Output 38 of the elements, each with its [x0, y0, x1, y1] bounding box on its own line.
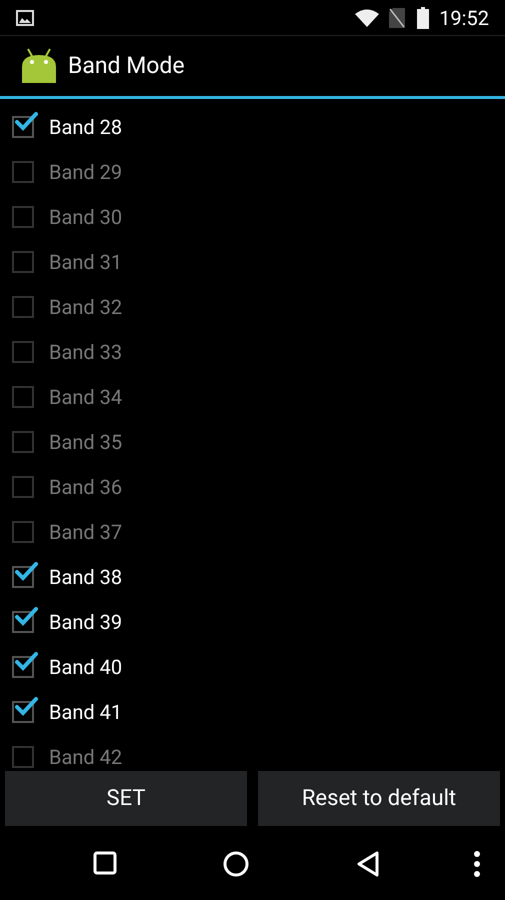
battery-icon — [417, 6, 430, 28]
action-button[interactable]: Reset to default — [258, 771, 500, 826]
band-label: Band 41 — [49, 698, 122, 726]
band-label: Band 32 — [49, 294, 122, 320]
android-robot-icon — [20, 47, 58, 85]
checkmark-icon — [14, 694, 38, 718]
band-label: Band 35 — [49, 428, 122, 456]
band-label: Band 37 — [49, 518, 122, 546]
checkbox[interactable] — [12, 604, 38, 632]
band-label: Band 33 — [49, 338, 122, 366]
image-icon — [16, 10, 34, 26]
checkbox[interactable] — [12, 110, 38, 138]
band-label: Band 31 — [49, 248, 122, 276]
band-label: Band 29 — [49, 158, 122, 186]
band-label: Band 28 — [49, 114, 122, 140]
band-label: Band 30 — [49, 204, 122, 230]
band-label: Band 38 — [49, 564, 122, 590]
checkbox[interactable] — [12, 650, 38, 678]
action-button[interactable]: SET — [5, 771, 247, 826]
band-label: Band 40 — [49, 654, 122, 680]
checkmark-icon — [14, 650, 38, 674]
checkmark-icon — [14, 604, 38, 628]
clock-time: 19:52 — [439, 4, 489, 32]
more-options-icon[interactable] — [473, 850, 481, 878]
no-sim-icon — [389, 8, 406, 28]
checkmark-icon — [14, 560, 38, 584]
band-label: Band 42 — [49, 744, 122, 770]
home-icon[interactable] — [223, 851, 250, 877]
band-label: Band 39 — [49, 608, 122, 636]
band-label: Band 36 — [49, 474, 122, 500]
back-icon[interactable] — [356, 851, 380, 877]
checkmark-icon — [14, 110, 38, 134]
recents-icon[interactable] — [93, 851, 118, 875]
checkbox[interactable] — [12, 694, 38, 722]
wifi-icon — [355, 8, 380, 26]
checkbox[interactable] — [12, 560, 38, 588]
app-title: Band Mode — [68, 50, 185, 81]
band-label: Band 34 — [49, 384, 122, 410]
